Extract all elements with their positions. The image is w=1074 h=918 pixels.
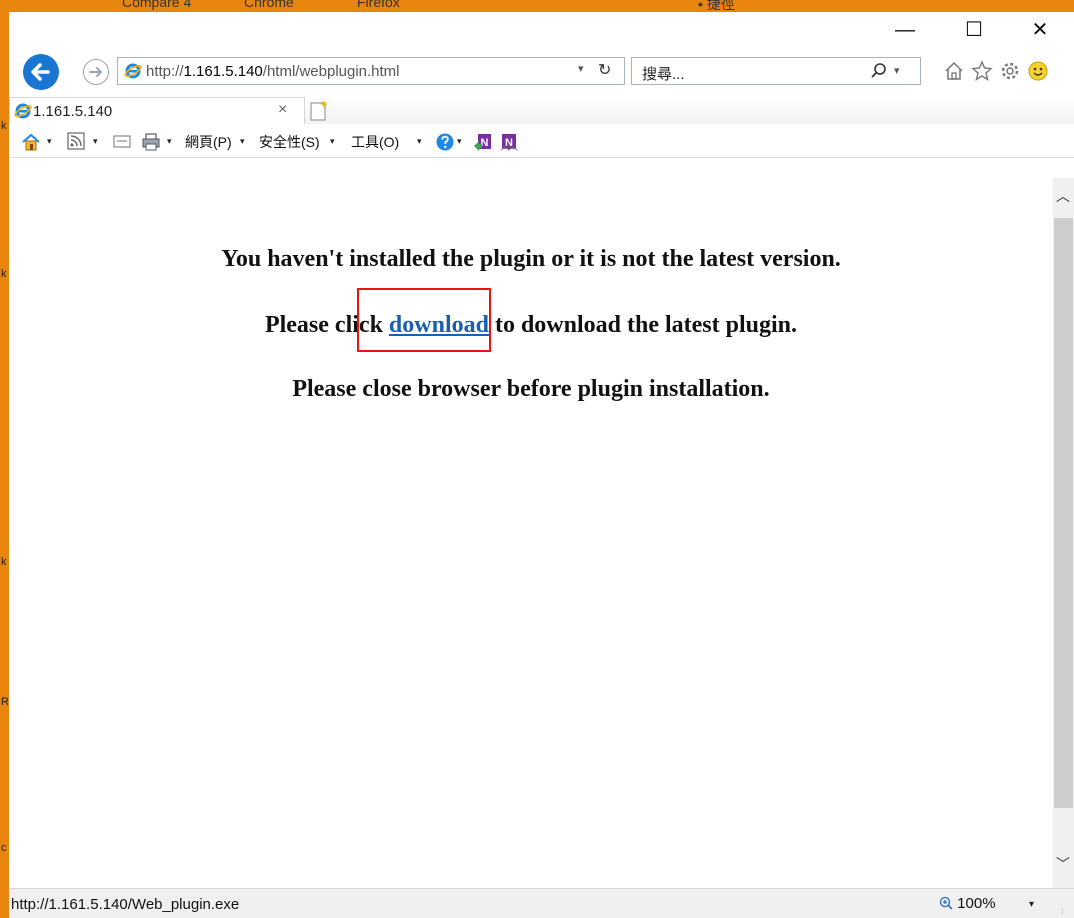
feeds-icon[interactable] [67, 132, 85, 150]
mail-icon[interactable] [113, 132, 131, 150]
favorites-star-icon[interactable] [971, 60, 993, 82]
close-button[interactable]: ✕ [1017, 18, 1063, 42]
desktop-label-chrome: Chrome [244, 0, 294, 10]
navigation-bar: http://1.161.5.140/html/webplugin.html ▾… [9, 46, 1074, 94]
tab-bar: 1.161.5.140 × [9, 94, 1074, 124]
search-icon[interactable] [870, 61, 888, 81]
help-dropdown-icon[interactable]: ▾ [457, 136, 462, 147]
scroll-thumb[interactable] [1054, 218, 1073, 808]
zoom-dropdown-icon[interactable]: ▾ [1029, 899, 1034, 910]
desktop-edge-letter: k [1, 556, 7, 568]
title-bar: — ☐ ✕ [9, 12, 1074, 46]
desktop-edge-letter: c [1, 842, 7, 854]
desktop-label-compare: Compare 4 [122, 0, 192, 10]
print-dropdown-icon[interactable]: ▾ [167, 136, 172, 147]
feeds-dropdown-icon[interactable]: ▾ [93, 136, 98, 147]
zoom-level[interactable]: 100% [939, 895, 996, 912]
address-dropdown-icon[interactable]: ▾ [578, 62, 584, 75]
tab-close-button[interactable]: × [278, 101, 287, 119]
tab-current[interactable]: 1.161.5.140 × [9, 97, 305, 124]
minimize-button[interactable]: — [882, 18, 928, 42]
menu-page[interactable]: 網頁(P) [185, 132, 232, 152]
back-button[interactable] [23, 54, 59, 90]
search-box[interactable]: 搜尋... ▾ [631, 57, 921, 85]
plugin-notice-line: You haven't installed the plugin or it i… [221, 246, 841, 272]
forward-button[interactable] [83, 59, 109, 85]
scroll-down-icon[interactable]: ﹀ [1056, 854, 1070, 874]
browser-window: — ☐ ✕ http://1.161.5.140/html/webplugin.… [9, 12, 1074, 918]
desktop-edge-letter: k [1, 268, 7, 280]
download-instruction-line: Please click download to download the la… [9, 312, 1053, 339]
safety-dropdown-icon[interactable]: ▾ [330, 136, 335, 147]
status-link-url: http://1.161.5.140/Web_plugin.exe [11, 896, 240, 913]
resize-grip[interactable]: ⁝ [1061, 907, 1064, 916]
maximize-button[interactable]: ☐ [951, 18, 997, 42]
desktop-label-firefox: Firefox [357, 0, 400, 10]
vertical-scrollbar[interactable]: ︿ ﹀ [1053, 178, 1074, 888]
address-url: http://1.161.5.140/html/webplugin.html [146, 63, 400, 80]
menu-tools[interactable]: 工具(O) [351, 132, 399, 152]
download-highlight-box [357, 288, 491, 352]
page-dropdown-icon[interactable]: ▾ [240, 136, 245, 147]
back-arrow-icon [31, 63, 50, 81]
instruction-suffix: to download the latest plugin. [488, 312, 798, 338]
tools-dropdown-icon[interactable]: ▾ [417, 136, 422, 147]
onenote-send-icon[interactable]: N [473, 132, 493, 152]
home-icon[interactable] [943, 60, 965, 82]
search-dropdown-icon[interactable]: ▾ [894, 64, 900, 77]
desktop-left-edge: k k k R c [0, 0, 9, 918]
zoom-magnifier-icon [939, 896, 953, 910]
onenote-linked-icon[interactable]: N [499, 132, 519, 152]
new-tab-icon[interactable] [309, 99, 329, 121]
ie-logo-icon [14, 103, 32, 119]
desktop-edge-letter: k [1, 120, 7, 132]
settings-gear-icon[interactable] [999, 60, 1021, 82]
svg-text:N: N [505, 137, 513, 149]
home-dropdown-icon[interactable]: ▾ [47, 136, 52, 147]
tab-title: 1.161.5.140 [33, 103, 113, 120]
smiley-feedback-icon[interactable] [1027, 60, 1049, 82]
refresh-icon[interactable]: ↻ [598, 60, 611, 80]
help-icon[interactable] [435, 132, 455, 152]
close-browser-note: Please close browser before plugin insta… [292, 376, 770, 402]
page-content: You haven't installed the plugin or it i… [9, 178, 1053, 888]
status-bar: http://1.161.5.140/Web_plugin.exe 100% ▾… [9, 888, 1074, 918]
search-placeholder: 搜尋... [642, 66, 685, 83]
menu-safety[interactable]: 安全性(S) [259, 132, 320, 152]
command-bar: ▾ ▾ ▾ 網頁(P) ▾ 安全性(S) ▾ 工具(O) ▾ ▾ N N [9, 124, 1074, 158]
address-bar[interactable]: http://1.161.5.140/html/webplugin.html ▾… [117, 57, 625, 85]
home-page-icon[interactable] [21, 132, 41, 152]
print-icon[interactable] [141, 132, 161, 152]
scroll-up-icon[interactable]: ︿ [1056, 186, 1070, 206]
desktop-strip: Compare 4 Chrome Firefox • 捷徑 [0, 0, 1074, 12]
ie-logo-icon [124, 63, 142, 79]
desktop-edge-letter: R [1, 696, 9, 708]
forward-arrow-icon [89, 67, 102, 77]
